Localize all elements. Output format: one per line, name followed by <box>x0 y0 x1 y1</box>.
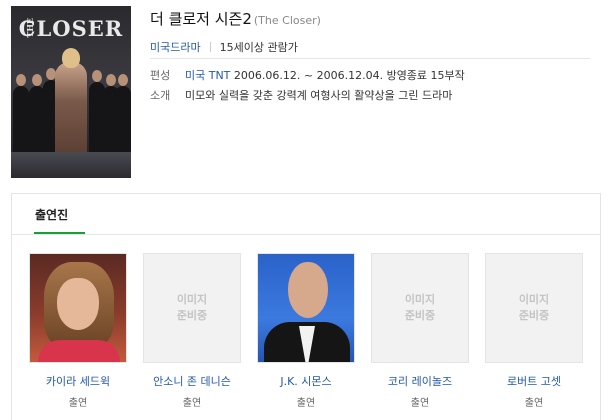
cast-card[interactable]: 이미지준비중 로버트 고셋 출연 <box>485 253 583 409</box>
cast-card[interactable]: 이미지준비중 코리 레이놀즈 출연 <box>371 253 469 409</box>
show-poster[interactable]: THE CLOSER <box>11 6 131 178</box>
summary-label: 소개 <box>150 89 171 102</box>
cast-photo[interactable] <box>257 253 355 363</box>
tab-divider <box>12 234 600 235</box>
cast-card[interactable]: J.K. 시몬스 출연 <box>257 253 355 409</box>
placeholder-text-line1: 이미지 <box>518 293 550 306</box>
header-divider <box>150 58 590 59</box>
cast-card[interactable]: 카이라 세드윅 출연 <box>29 253 127 409</box>
cast-photo-placeholder[interactable]: 이미지준비중 <box>485 253 583 363</box>
placeholder-text-line2: 준비중 <box>404 309 436 322</box>
broadcast-details: 2006.06.12. ~ 2006.12.04. 방영종료 15부작 <box>233 69 465 82</box>
category-link[interactable]: 미국드라마 <box>150 41 201 54</box>
broadcast-network-link[interactable]: 미국 TNT <box>185 69 230 82</box>
placeholder-text-line1: 이미지 <box>176 293 208 306</box>
cast-name-link[interactable]: 안소니 존 데니슨 <box>143 373 241 389</box>
cast-role: 출연 <box>410 398 430 409</box>
show-title: 더 클로저 시즌2 <box>150 10 252 28</box>
age-rating: 15세이상 관람가 <box>219 41 298 54</box>
tab-cast[interactable]: 출연진 <box>35 206 68 223</box>
poster-logo: THE CLOSER <box>18 16 124 41</box>
placeholder-text-line1: 이미지 <box>404 293 436 306</box>
cast-photo-placeholder[interactable]: 이미지준비중 <box>143 253 241 363</box>
broadcast-row: 편성 미국 TNT 2006.06.12. ~ 2006.12.04. 방영종료 … <box>150 67 465 83</box>
cast-role: 출연 <box>182 398 202 409</box>
show-original-title: (The Closer) <box>253 14 321 27</box>
title-row: 더 클로저 시즌2 (The Closer) <box>150 8 321 29</box>
cast-name-link[interactable]: 카이라 세드윅 <box>29 373 127 389</box>
cast-section: 출연진 카이라 세드윅 출연 이미지준비중 안소니 존 데니슨 출연 J.K. … <box>11 193 601 420</box>
meta-row: 미국드라마 15세이상 관람가 <box>150 39 298 55</box>
summary-text: 미모와 실력을 갖춘 강력계 여형사의 활약상을 그린 드라마 <box>185 89 453 102</box>
placeholder-text-line2: 준비중 <box>176 309 208 322</box>
poster-table <box>11 152 131 178</box>
cast-name-link[interactable]: 코리 레이놀즈 <box>371 373 469 389</box>
cast-role: 출연 <box>296 398 316 409</box>
cast-photo-placeholder[interactable]: 이미지준비중 <box>371 253 469 363</box>
summary-row: 소개 미모와 실력을 갖춘 강력계 여형사의 활약상을 그린 드라마 <box>150 87 452 103</box>
meta-divider <box>209 42 211 52</box>
cast-card[interactable]: 이미지준비중 안소니 존 데니슨 출연 <box>143 253 241 409</box>
cast-photo[interactable] <box>29 253 127 363</box>
placeholder-text-line2: 준비중 <box>518 309 550 322</box>
cast-name-link[interactable]: 로버트 고셋 <box>485 373 583 389</box>
cast-role: 출연 <box>524 398 544 409</box>
cast-role: 출연 <box>68 398 88 409</box>
broadcast-label: 편성 <box>150 69 171 82</box>
cast-name-link[interactable]: J.K. 시몬스 <box>257 373 355 389</box>
